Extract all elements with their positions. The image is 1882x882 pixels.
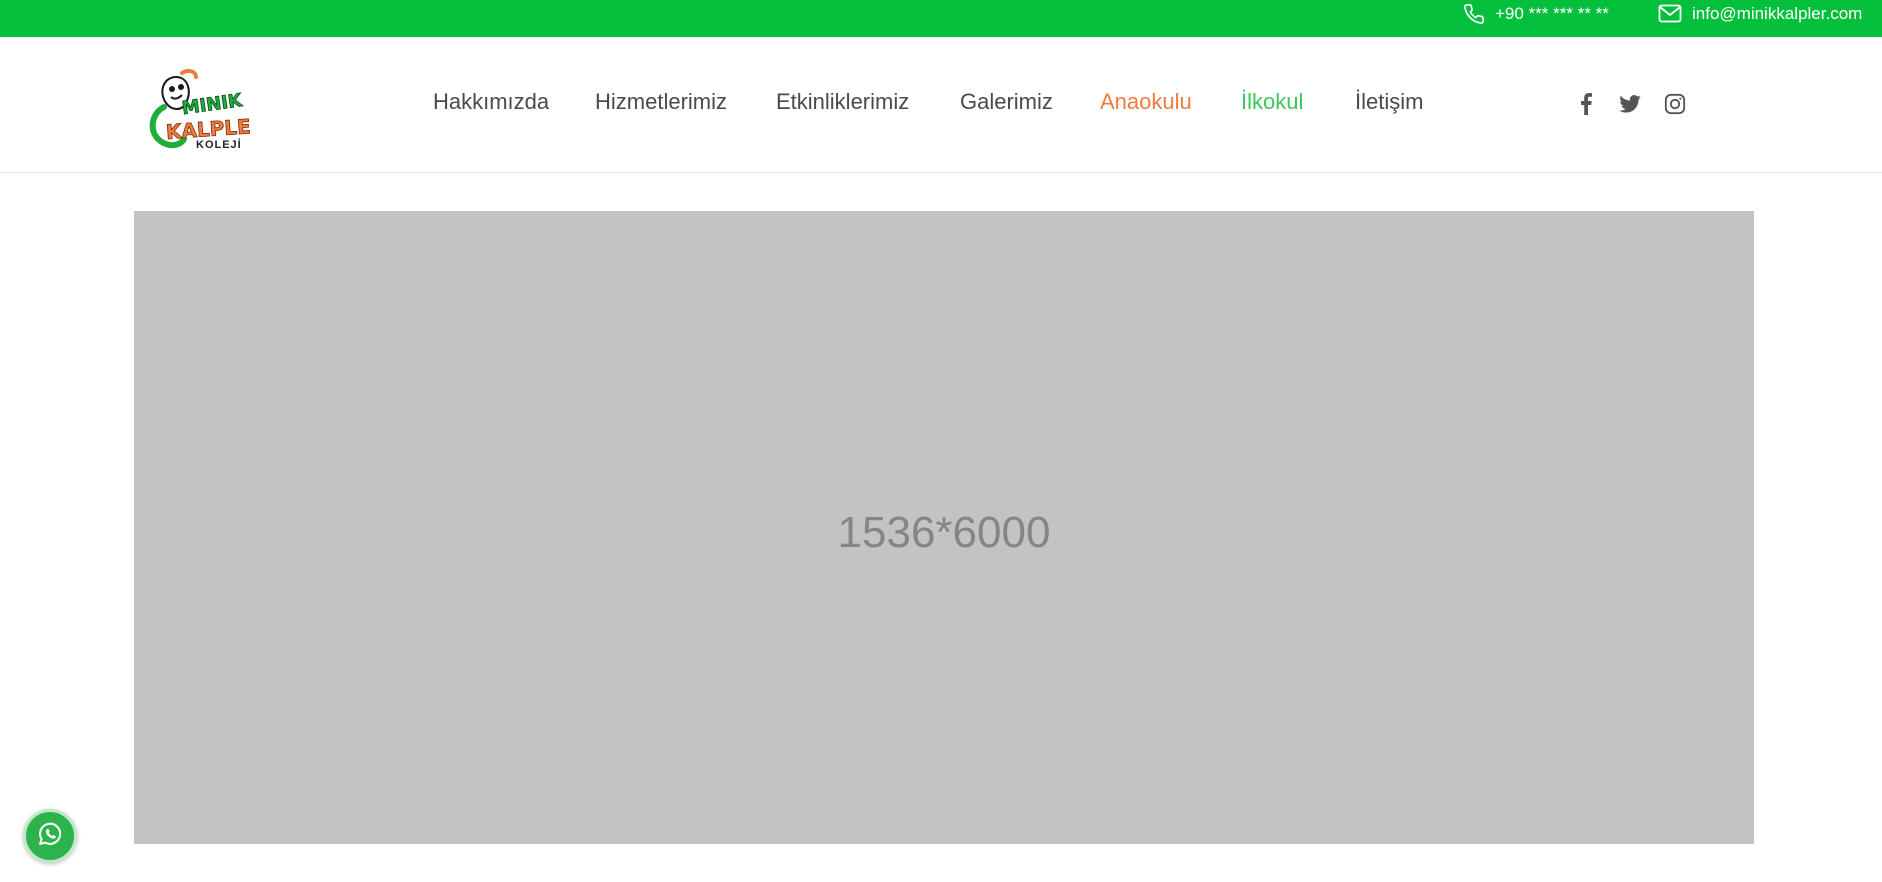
twitter-icon[interactable] <box>1617 91 1643 117</box>
facebook-icon[interactable] <box>1573 91 1599 117</box>
hero-banner-placeholder: 1536*6000 <box>134 211 1754 844</box>
nav-item-galerimiz[interactable]: Galerimiz <box>960 89 1053 115</box>
top-contact-bar: +90 *** *** ** ** info@minikkalpler.com <box>0 0 1882 37</box>
whatsapp-button[interactable] <box>23 809 77 863</box>
nav-item-hizmetlerimiz[interactable]: Hizmetlerimiz <box>595 89 727 115</box>
main-navigation: Hakkımızda Hizmetlerimiz Etkinliklerimiz… <box>0 37 1882 173</box>
instagram-icon[interactable] <box>1662 91 1688 117</box>
email-address[interactable]: info@minikkalpler.com <box>1692 4 1862 24</box>
phone-number[interactable]: +90 *** *** ** ** <box>1495 4 1609 24</box>
nav-item-etkinliklerimiz[interactable]: Etkinliklerimiz <box>776 89 909 115</box>
envelope-icon <box>1658 4 1682 24</box>
email-contact[interactable]: info@minikkalpler.com <box>1658 0 1862 28</box>
site-header: MINIK KALPLER KOLEJİ Hakkımızda Hizmetle… <box>0 37 1882 173</box>
phone-icon <box>1463 3 1485 25</box>
phone-contact[interactable]: +90 *** *** ** ** <box>1463 0 1609 28</box>
nav-item-ilkokul[interactable]: İlkokul <box>1241 89 1303 115</box>
nav-item-hakkimizda[interactable]: Hakkımızda <box>433 89 549 115</box>
nav-item-anaokulu[interactable]: Anaokulu <box>1100 89 1192 115</box>
whatsapp-icon <box>36 820 64 853</box>
nav-item-iletisim[interactable]: İletişim <box>1355 89 1423 115</box>
banner-placeholder-text: 1536*6000 <box>837 507 1051 557</box>
